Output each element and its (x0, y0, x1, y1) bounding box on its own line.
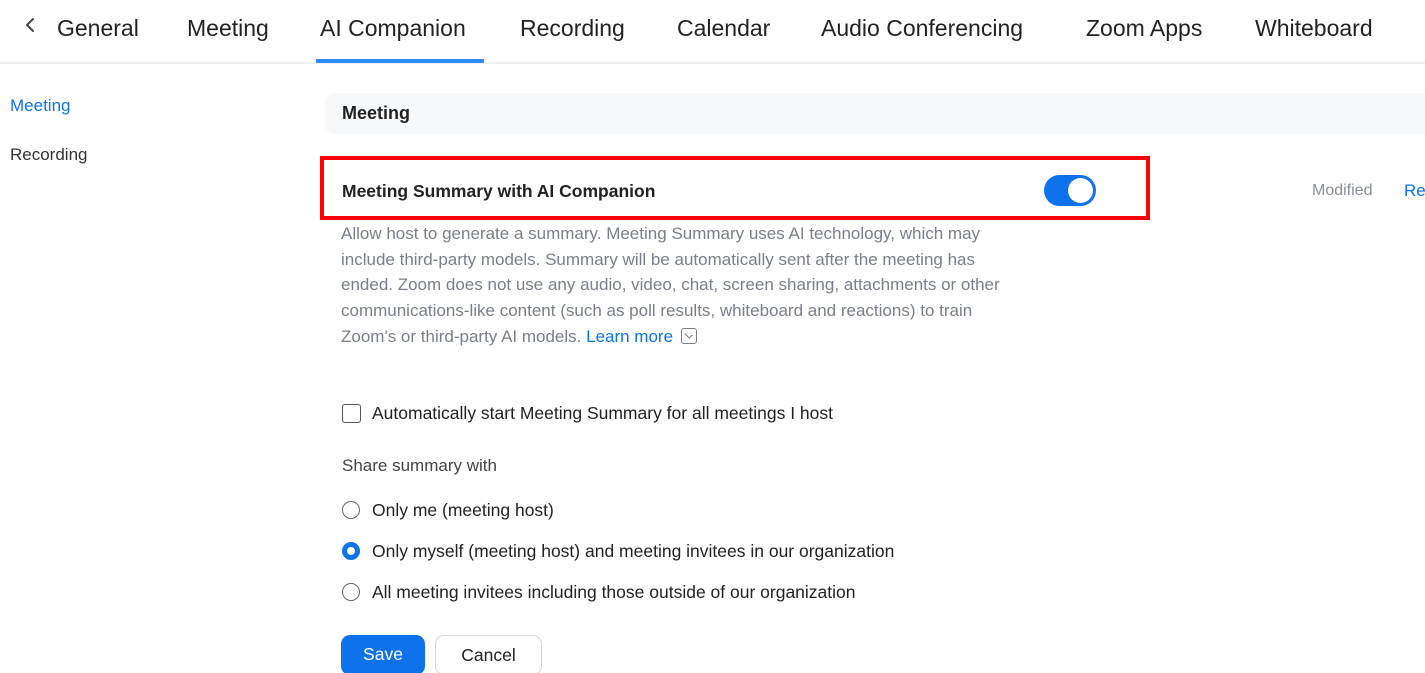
toggle-knob (1068, 178, 1093, 203)
share-summary-label: Share summary with (342, 456, 497, 475)
tab-audio-conferencing[interactable]: Audio Conferencing (821, 13, 1023, 45)
modified-badge: Modified (1312, 182, 1373, 199)
radio-label-all-invitees[interactable]: All meeting invitees including those out… (372, 582, 856, 603)
auto-start-checkbox[interactable] (342, 404, 361, 423)
chevron-left-icon[interactable] (20, 14, 42, 36)
tab-whiteboard[interactable]: Whiteboard (1255, 13, 1373, 45)
learn-more-link[interactable]: Learn more (586, 327, 673, 346)
save-button[interactable]: Save (341, 635, 425, 673)
active-tab-indicator (316, 59, 484, 63)
auto-start-label[interactable]: Automatically start Meeting Summary for … (372, 403, 833, 424)
radio-label-only-me[interactable]: Only me (meeting host) (372, 500, 554, 521)
leftnav-item-meeting[interactable]: Meeting (10, 96, 70, 116)
meeting-summary-toggle[interactable] (1044, 175, 1096, 206)
radio-all-invitees[interactable] (342, 583, 360, 601)
tab-general[interactable]: General (57, 13, 139, 45)
reset-link[interactable]: Re (1404, 181, 1425, 201)
expand-icon[interactable] (681, 327, 698, 344)
section-header: Meeting (325, 93, 1425, 134)
radio-label-host-and-org-invitees[interactable]: Only myself (meeting host) and meeting i… (372, 541, 894, 562)
setting-description: Allow host to generate a summary. Meetin… (341, 221, 1021, 350)
radio-only-me[interactable] (342, 501, 360, 519)
tab-zoom-apps[interactable]: Zoom Apps (1086, 13, 1202, 45)
setting-title: Meeting Summary with AI Companion (342, 181, 656, 201)
tab-recording[interactable]: Recording (520, 13, 625, 45)
settings-tab-bar: General Meeting AI Companion Recording C… (0, 0, 1425, 64)
cancel-button[interactable]: Cancel (435, 635, 542, 673)
tab-calendar[interactable]: Calendar (677, 13, 770, 45)
leftnav-item-recording[interactable]: Recording (10, 145, 88, 165)
tab-ai-companion[interactable]: AI Companion (320, 13, 466, 45)
tab-meeting[interactable]: Meeting (187, 13, 269, 45)
section-title: Meeting (342, 103, 411, 123)
radio-host-and-org-invitees[interactable] (342, 542, 360, 560)
settings-page: General Meeting AI Companion Recording C… (0, 0, 1425, 673)
